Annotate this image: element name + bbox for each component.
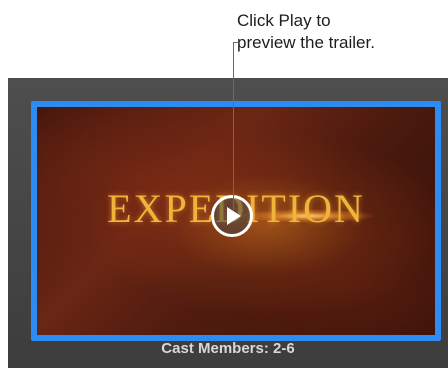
callout-text: Click Play to preview the trailer. <box>237 10 375 54</box>
trailer-thumbnail[interactable]: EXPEDITION <box>31 101 441 341</box>
callout-line-1: Click Play to <box>237 11 331 30</box>
play-icon <box>227 207 241 225</box>
trailer-panel: EXPEDITION Cast Members: 2-6 <box>8 78 448 368</box>
callout-line-2: preview the trailer. <box>237 33 375 52</box>
callout-leader-overlay <box>233 42 234 210</box>
play-button[interactable] <box>211 195 253 237</box>
cast-members-label: Cast Members: 2-6 <box>161 340 295 357</box>
